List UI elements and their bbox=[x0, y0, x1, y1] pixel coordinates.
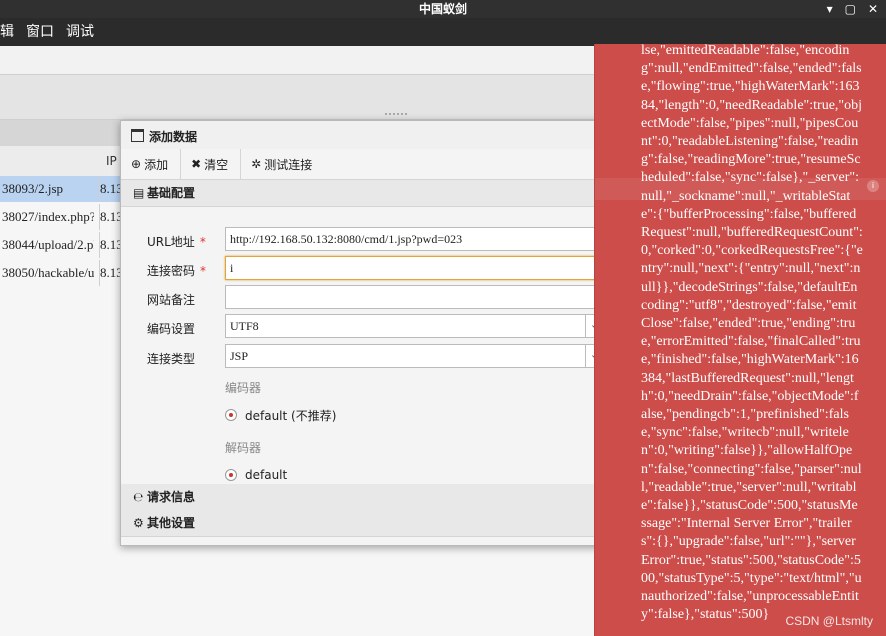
dialog-title: 添加数据 bbox=[149, 130, 198, 144]
encoding-select[interactable]: UTF8 bbox=[225, 314, 603, 338]
encoder-option-label: default (不推荐) bbox=[245, 408, 337, 423]
window-icon bbox=[131, 129, 144, 142]
list-item-url: 38027/index.php?f bbox=[2, 209, 94, 224]
resize-grip[interactable] bbox=[385, 113, 407, 119]
encoding-label: 编码设置 bbox=[147, 322, 196, 336]
password-input[interactable]: i bbox=[225, 256, 603, 280]
radio-selected-icon[interactable] bbox=[225, 469, 237, 481]
section-basic-label: 基础配置 bbox=[147, 186, 196, 200]
gears-icon: ⚙ bbox=[133, 516, 144, 530]
add-button-label: 添加 bbox=[144, 157, 169, 172]
note-label: 网站备注 bbox=[147, 293, 196, 307]
decoder-label: 解码器 bbox=[225, 441, 262, 455]
add-button[interactable]: ⊕ 添加 bbox=[121, 149, 182, 179]
encoding-row: 编码设置 UTF8 ⌄ bbox=[121, 314, 643, 340]
menu-debug[interactable]: 调试 bbox=[66, 18, 100, 46]
column-ip[interactable]: IP bbox=[106, 154, 117, 168]
error-message: lse,"emittedReadable":false,"encoding":n… bbox=[641, 44, 863, 623]
decoder-option-label: default bbox=[245, 468, 288, 482]
decoder-radio-default[interactable]: default bbox=[225, 465, 287, 483]
menu-bar: 辑 窗口 调试 bbox=[0, 18, 886, 46]
encoder-radio-default[interactable]: default (不推荐) bbox=[225, 405, 336, 425]
type-label: 连接类型 bbox=[147, 352, 196, 366]
basic-config-form: URL地址 * http://192.168.50.132:8080/cmd/1.… bbox=[121, 207, 643, 483]
note-input[interactable] bbox=[225, 285, 603, 309]
section-other-label: 其他设置 bbox=[147, 516, 196, 530]
minimize-icon[interactable]: ▾ bbox=[827, 0, 833, 18]
section-basic-config[interactable]: ▤ 基础配置 ⌄ bbox=[121, 180, 643, 207]
list-item-url: 38093/2.jsp bbox=[2, 181, 64, 196]
type-row: 连接类型 JSP ⌄ bbox=[121, 344, 643, 370]
list-item-url: 38050/hackable/up bbox=[2, 265, 94, 280]
section-request-label: 请求信息 bbox=[147, 490, 196, 504]
plus-circle-icon: ⊕ bbox=[131, 157, 142, 171]
add-data-dialog: 添加数据 ⊕ 添加 ✖ 清空 ✲ 测试连接 ▤ 基础配置 ⌄ URL地址* ht… bbox=[120, 120, 644, 546]
test-connection-button[interactable]: ✲ 测试连接 bbox=[241, 149, 324, 179]
dialog-titlebar[interactable]: 添加数据 bbox=[121, 121, 643, 150]
window-titlebar: 中国蚁剑 ▾ ▢ ✕ bbox=[0, 0, 886, 18]
window-title: 中国蚁剑 bbox=[418, 2, 467, 16]
spinner-icon: ✲ bbox=[251, 157, 262, 171]
x-icon: ✖ bbox=[191, 157, 202, 171]
note-row: 网站备注 bbox=[121, 285, 643, 311]
clear-button[interactable]: ✖ 清空 bbox=[181, 149, 242, 179]
type-select[interactable]: JSP bbox=[225, 344, 603, 368]
list-item-url: 38044/upload/2.ph bbox=[2, 237, 94, 252]
close-icon[interactable]: ✕ bbox=[868, 0, 878, 18]
required-mark: * bbox=[200, 264, 207, 278]
document-icon: ▤ bbox=[133, 186, 145, 200]
encoder-label: 编码器 bbox=[225, 381, 262, 395]
url-input[interactable]: http://192.168.50.132:8080/cmd/1.jsp?pwd… bbox=[225, 227, 603, 251]
password-row: 连接密码 * i bbox=[121, 256, 643, 282]
required-mark: * bbox=[199, 235, 206, 249]
refresh-e-icon: ℮ bbox=[133, 490, 144, 504]
maximize-icon[interactable]: ▢ bbox=[845, 0, 856, 18]
section-other-settings[interactable]: ⚙ 其他设置 ⌃ bbox=[121, 510, 643, 537]
test-connection-label: 测试连接 bbox=[264, 157, 313, 172]
window-controls: ▾ ▢ ✕ bbox=[827, 0, 878, 18]
menu-edit[interactable]: 辑 bbox=[0, 18, 20, 46]
radio-selected-icon[interactable] bbox=[225, 409, 237, 421]
url-row: URL地址 * http://192.168.50.132:8080/cmd/1.… bbox=[121, 227, 643, 253]
section-request-info[interactable]: ℮ 请求信息 ⌃ bbox=[121, 484, 643, 511]
badge-icon: i bbox=[867, 180, 879, 192]
url-label: URL地址 * bbox=[147, 235, 206, 249]
password-label: 连接密码 * bbox=[147, 264, 207, 278]
error-toast[interactable]: i lse,"emittedReadable":false,"encoding"… bbox=[594, 44, 886, 636]
menu-window[interactable]: 窗口 bbox=[26, 18, 60, 46]
clear-button-label: 清空 bbox=[204, 157, 229, 172]
dialog-toolbar: ⊕ 添加 ✖ 清空 ✲ 测试连接 bbox=[121, 149, 643, 180]
watermark: CSDN @Ltsmlty bbox=[785, 614, 873, 628]
